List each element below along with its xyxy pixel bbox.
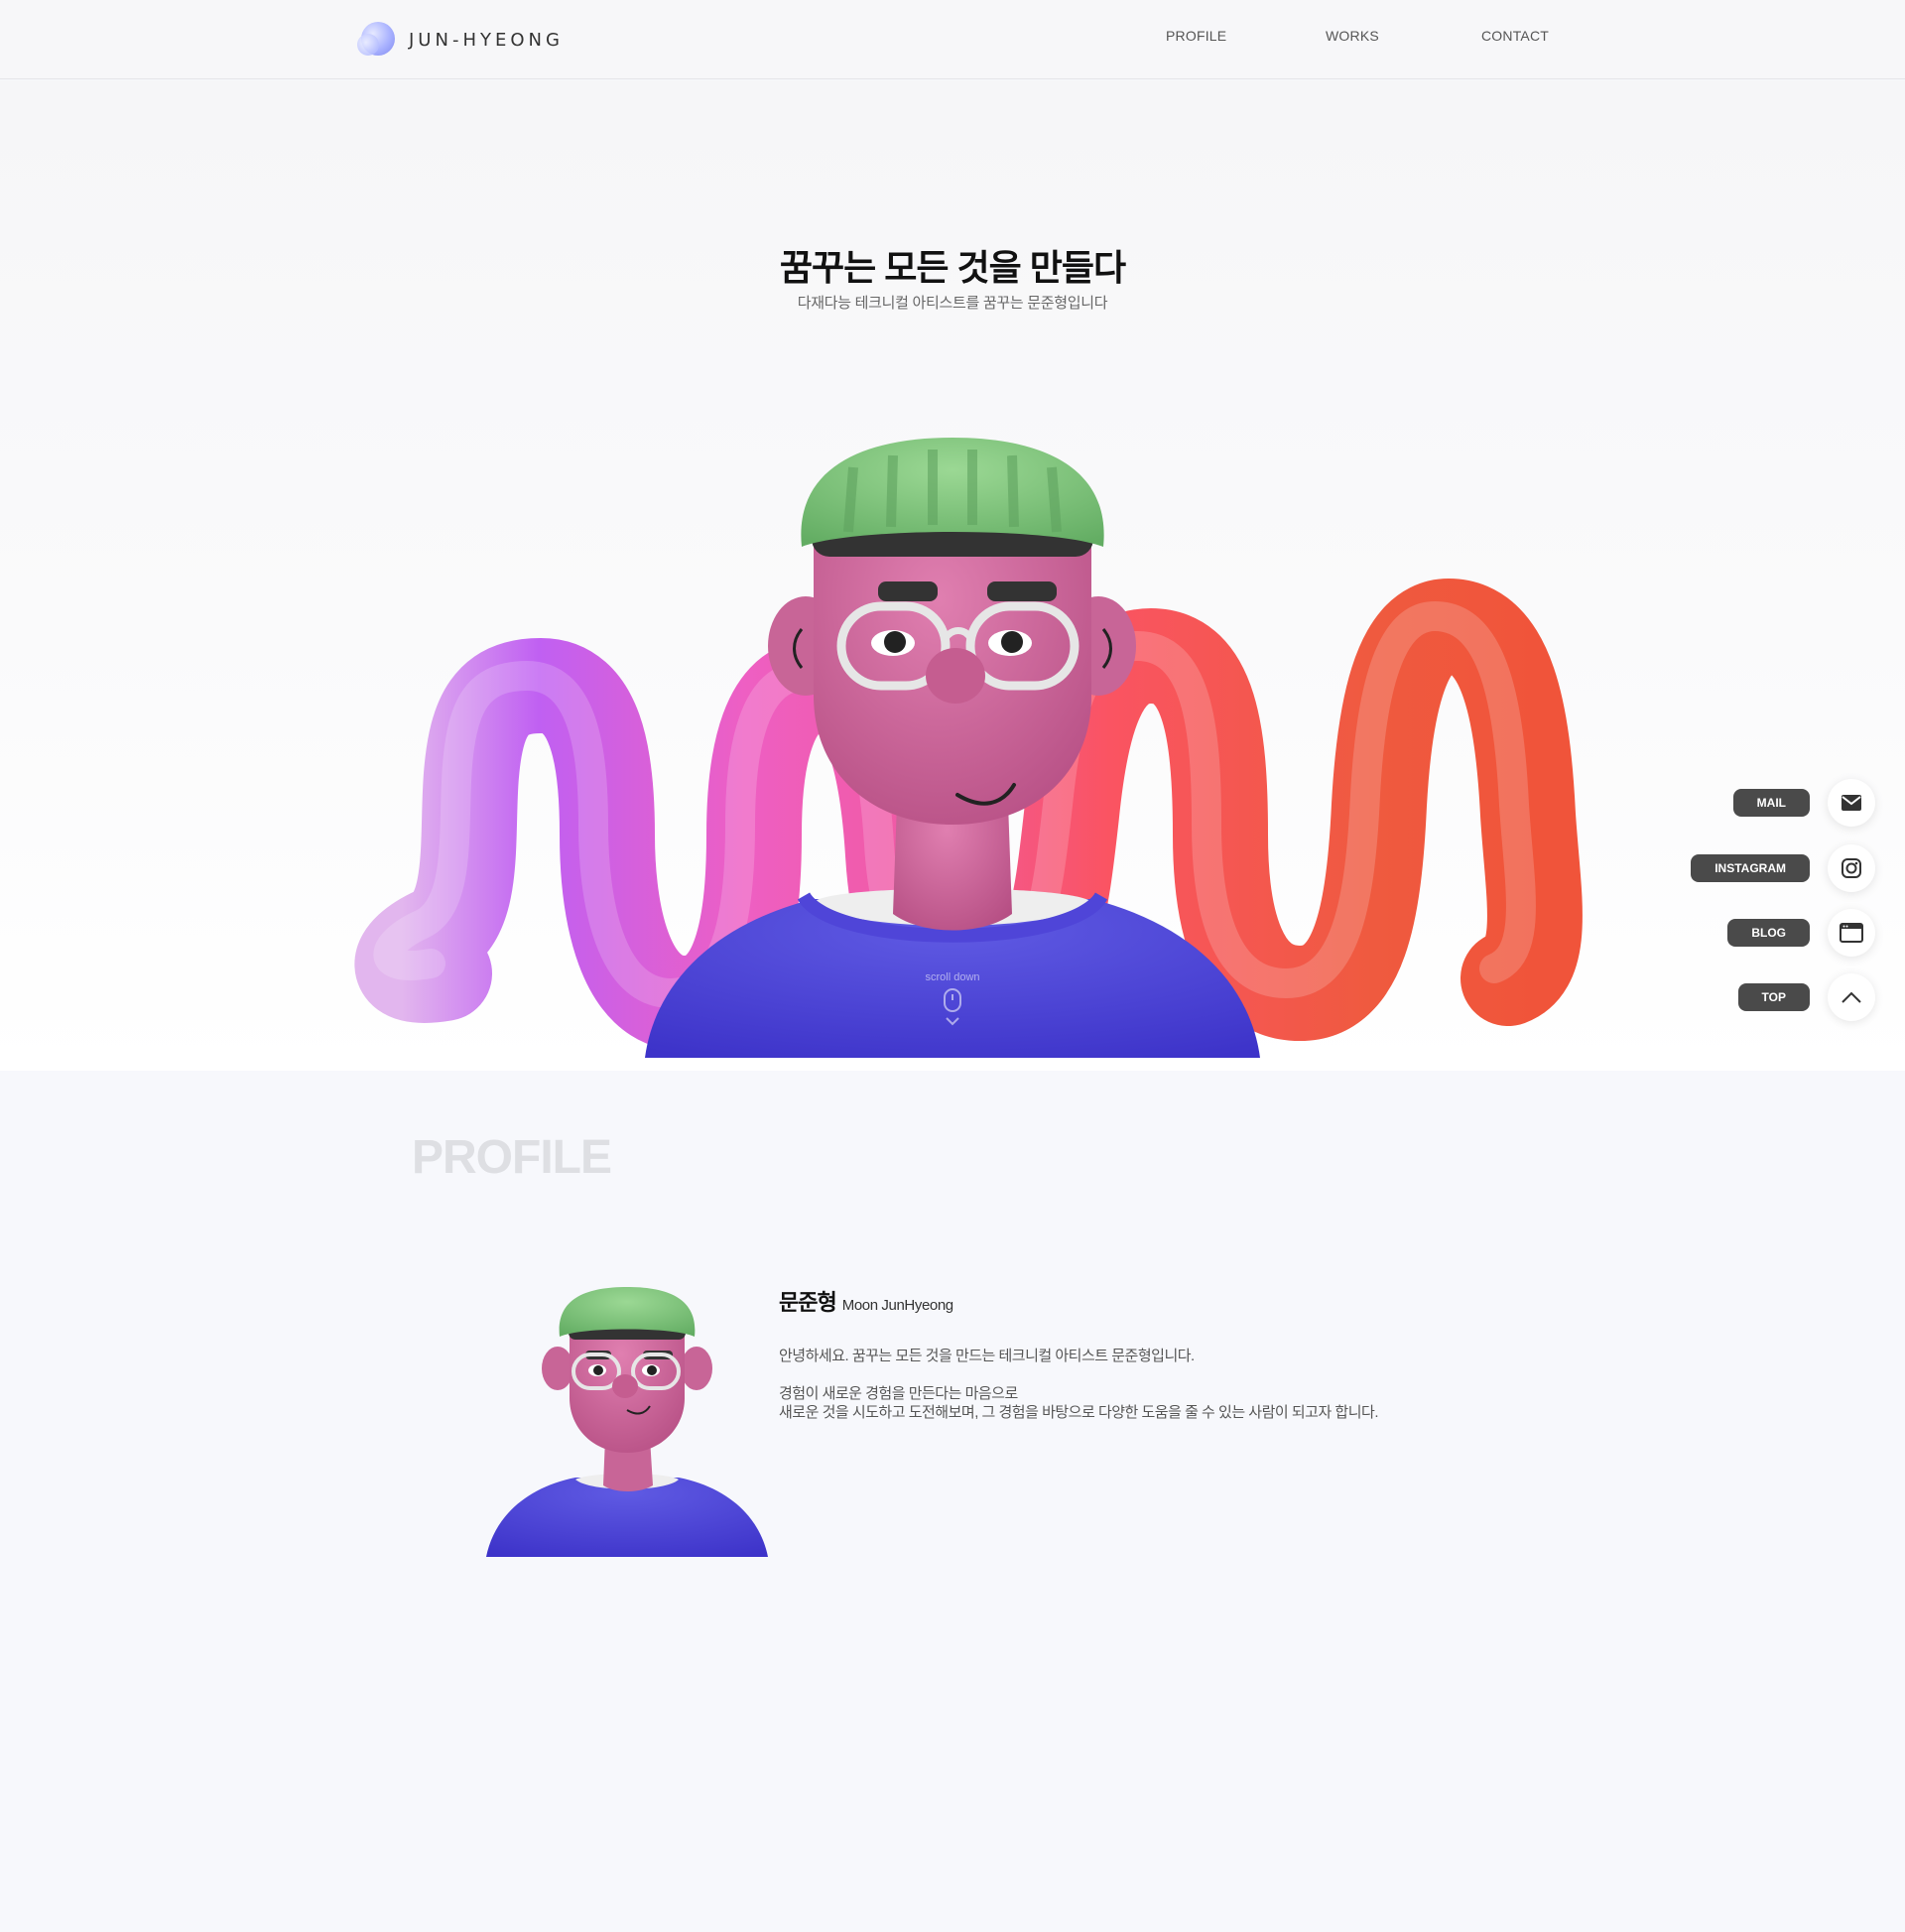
instagram-icon[interactable]: [1828, 844, 1875, 892]
side-link-blog[interactable]: BLOG: [1727, 909, 1875, 957]
side-link-instagram[interactable]: INSTAGRAM: [1691, 844, 1875, 892]
profile-name: 문준형 Moon JunHyeong: [779, 1285, 953, 1317]
side-link-top[interactable]: TOP: [1737, 973, 1875, 1021]
scroll-down-label: scroll down: [925, 971, 980, 983]
profile-intro: 안녕하세요. 꿈꾸는 모든 것을 만드는 테크니컬 아티스트 문준형입니다.: [779, 1348, 1195, 1364]
side-label-mail[interactable]: MAIL: [1732, 789, 1810, 817]
profile-body-line-1: 경험이 새로운 경험을 만든다는 마음으로: [779, 1385, 1018, 1402]
mail-icon[interactable]: [1828, 779, 1875, 827]
side-link-mail[interactable]: MAIL: [1732, 779, 1875, 827]
hero-section: 꿈꾸는 모든 것을 만들다 다재다능 테크니컬 아티스트를 꿈꾸는 문준형입니다: [0, 80, 1905, 1071]
profile-body-line-2: 새로운 것을 시도하고 도전해보며, 그 경험을 바탕으로 다양한 도움을 줄 …: [779, 1404, 1378, 1421]
profile-avatar: [486, 1287, 768, 1557]
nav-item-contact[interactable]: CONTACT: [1481, 28, 1549, 44]
mouse-icon: [944, 988, 961, 1026]
nav-item-profile[interactable]: PROFILE: [1166, 28, 1226, 44]
side-label-top[interactable]: TOP: [1737, 983, 1810, 1011]
nav-item-works[interactable]: WORKS: [1326, 28, 1379, 44]
profile-body: 경험이 새로운 경험을 만든다는 마음으로 새로운 것을 시도하고 도전해보며,…: [779, 1384, 1378, 1422]
profile-section: PROFILE 문준형 Moon JunHyeong 안녕하세요. 꿈꾸는 모든…: [0, 1071, 1905, 1932]
site-header: JUN-HYEONG PROFILE WORKS CONTACT: [0, 0, 1905, 79]
side-label-instagram[interactable]: INSTAGRAM: [1691, 854, 1810, 882]
side-label-blog[interactable]: BLOG: [1727, 919, 1810, 947]
hero-illustration: [355, 438, 1583, 1058]
blog-window-icon[interactable]: [1828, 909, 1875, 957]
profile-name-en: Moon JunHyeong: [841, 1297, 953, 1314]
profile-name-ko: 문준형: [779, 1290, 837, 1315]
profile-heading: PROFILE: [412, 1131, 612, 1184]
main-nav: PROFILE WORKS CONTACT: [0, 28, 1905, 52]
chevron-up-icon[interactable]: [1828, 973, 1875, 1021]
scroll-down-indicator[interactable]: scroll down: [893, 971, 1012, 1027]
